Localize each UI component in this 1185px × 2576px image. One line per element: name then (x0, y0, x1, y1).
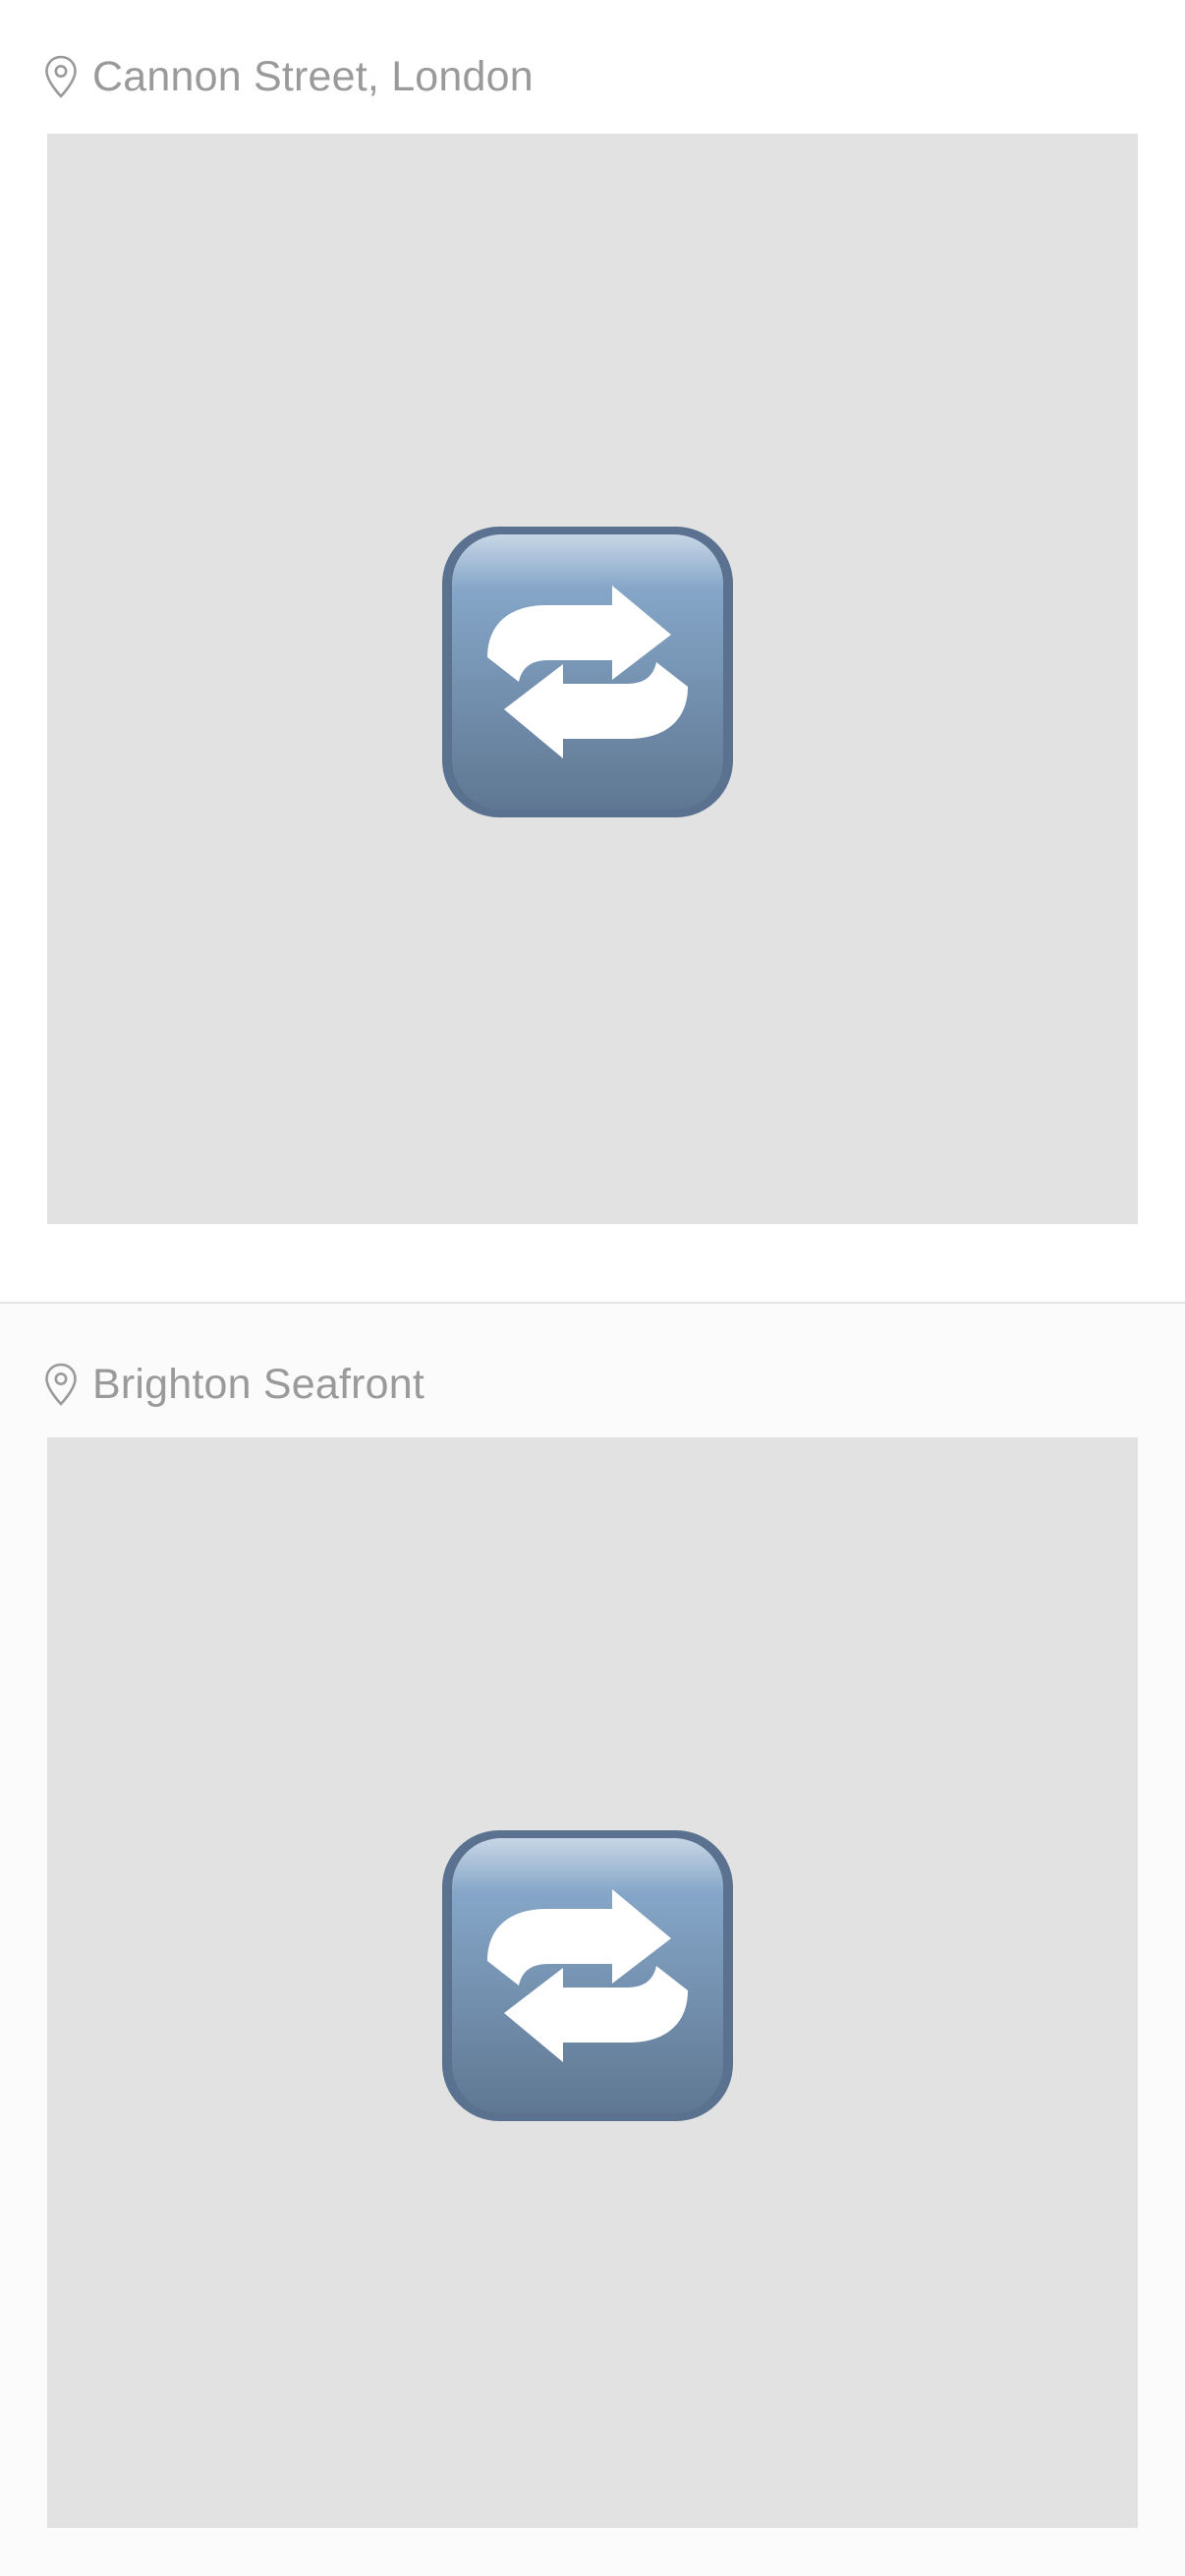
post-card: Cannon Street, London (0, 0, 1185, 1304)
repeat-button-icon (440, 1828, 735, 2123)
location-label: Cannon Street, London (92, 52, 534, 100)
location-pin-icon (43, 54, 79, 99)
location-label: Brighton Seafront (92, 1360, 425, 1408)
post-photo-placeholder[interactable] (47, 1437, 1138, 2528)
post-card: Brighton Seafront (0, 1304, 1185, 2576)
post-photo-placeholder[interactable] (47, 134, 1138, 1224)
location-pin-icon (43, 1362, 79, 1407)
location-row[interactable]: Brighton Seafront (43, 1355, 424, 1414)
repeat-button-icon (440, 525, 735, 819)
location-row[interactable]: Cannon Street, London (43, 47, 534, 106)
